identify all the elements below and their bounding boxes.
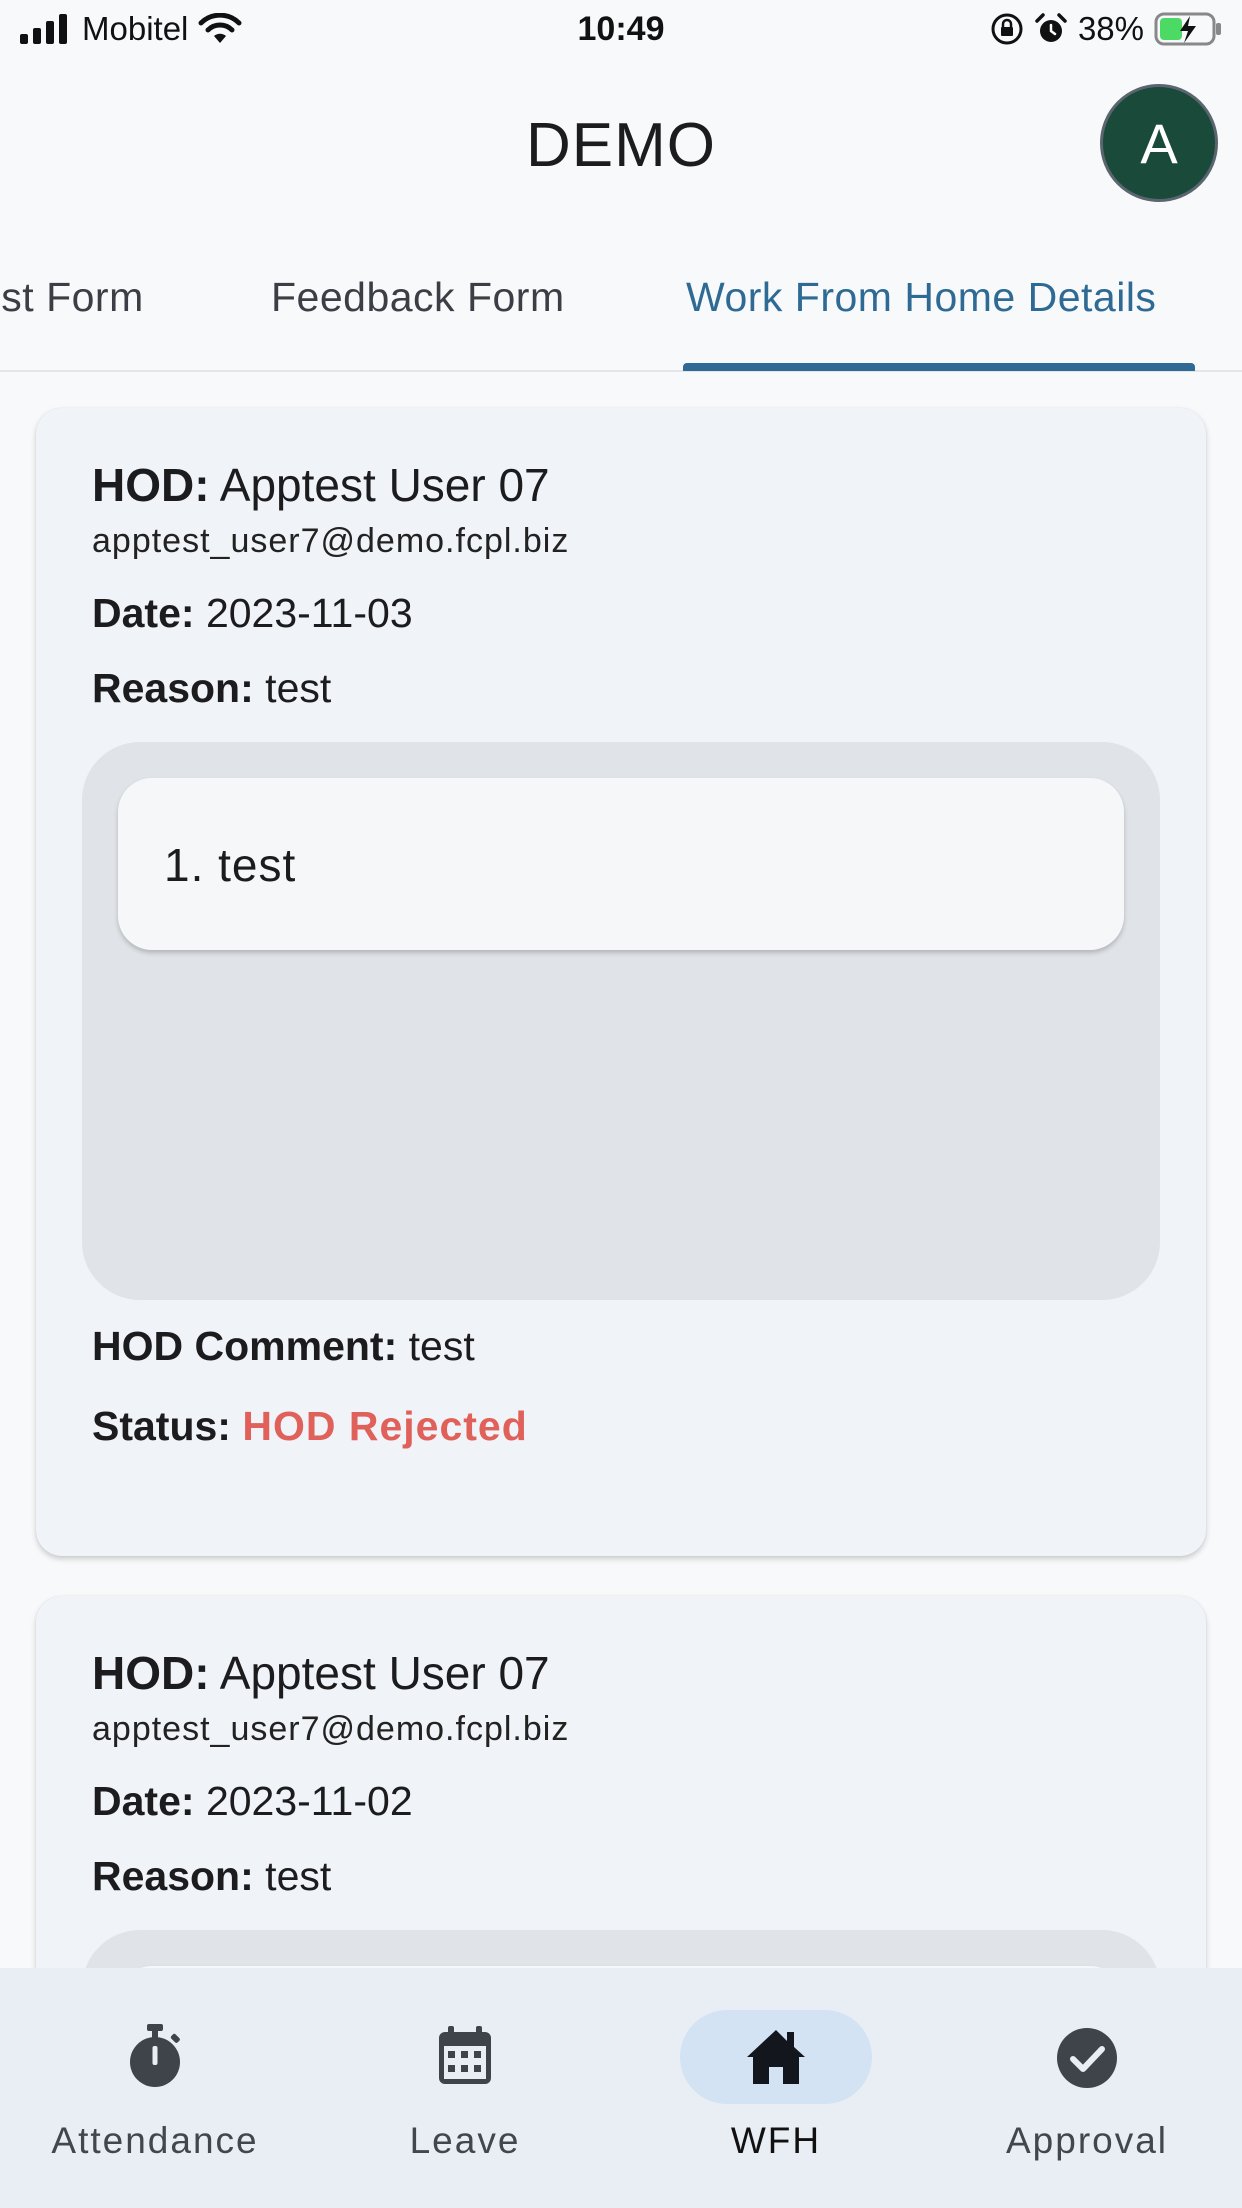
hod-label: HOD:	[92, 459, 210, 511]
work-item-text: 1. test	[164, 839, 297, 891]
hod-comment-line: HOD Comment: test	[92, 1323, 475, 1370]
reason-line: Reason: test	[92, 665, 331, 712]
date-label: Date:	[92, 590, 195, 636]
hod-email: apptest_user7@demo.fcpl.biz	[92, 522, 570, 560]
home-icon	[747, 2030, 805, 2084]
nav-wfh[interactable]: WFH	[621, 1968, 931, 2208]
status-badge: HOD Rejected	[242, 1403, 528, 1449]
avatar[interactable]: A	[1100, 84, 1218, 202]
date-line: Date: 2023-11-02	[92, 1778, 413, 1825]
tab-request-form[interactable]: est Form	[0, 274, 144, 321]
alarm-icon	[1035, 13, 1067, 42]
status-right: 38%	[990, 10, 1224, 48]
tab-bar: est Form Feedback Form Work From Home De…	[0, 222, 1242, 372]
hod-comment-label: HOD Comment:	[92, 1323, 398, 1369]
app-bar: DEMO A	[0, 62, 1242, 222]
wfh-record-card: HOD: Apptest User 07 apptest_user7@demo.…	[36, 1596, 1206, 1968]
battery-percent: 38%	[1077, 10, 1144, 47]
work-items-box[interactable]: 1. test	[82, 742, 1160, 1300]
status-label: Status:	[92, 1403, 231, 1449]
reason-value: test	[265, 1853, 332, 1899]
hod-line: HOD: Apptest User 07	[92, 1646, 550, 1700]
wfh-list[interactable]: HOD: Apptest User 07 apptest_user7@demo.…	[0, 372, 1242, 1968]
status-line: Status: HOD Rejected	[92, 1403, 528, 1450]
work-items-box[interactable]	[82, 1930, 1160, 1968]
date-line: Date: 2023-11-03	[92, 590, 413, 637]
nav-leave[interactable]: Leave	[310, 1968, 620, 2208]
hod-label: HOD:	[92, 1647, 210, 1699]
nav-label: Leave	[409, 2120, 521, 2161]
wfh-record-card: HOD: Apptest User 07 apptest_user7@demo.…	[36, 408, 1206, 1556]
status-bar: Mobitel 10:49 38%	[0, 0, 1242, 62]
hod-line: HOD: Apptest User 07	[92, 458, 550, 512]
date-value: 2023-11-02	[205, 1778, 413, 1824]
hod-email: apptest_user7@demo.fcpl.biz	[92, 1710, 570, 1748]
stopwatch-icon	[130, 2024, 180, 2087]
hod-comment-value: test	[408, 1323, 475, 1369]
tab-feedback-form[interactable]: Feedback Form	[271, 274, 565, 321]
reason-value: test	[265, 665, 332, 711]
battery-charging-icon	[1154, 12, 1221, 46]
reason-label: Reason:	[92, 1853, 254, 1899]
nav-approval[interactable]: Approval	[932, 1968, 1242, 2208]
nav-attendance[interactable]: Attendance	[0, 1968, 310, 2208]
calendar-icon	[439, 2026, 491, 2084]
nav-label: WFH	[730, 2120, 822, 2161]
check-circle-icon	[1057, 2028, 1117, 2088]
reason-line: Reason: test	[92, 1853, 331, 1900]
tab-work-from-home-details[interactable]: Work From Home Details	[686, 274, 1156, 321]
rotation-lock-icon	[991, 13, 1023, 45]
active-tab-indicator	[683, 363, 1195, 371]
bottom-navigation: Attendance Leave WFH Approval	[0, 1968, 1242, 2208]
reason-label: Reason:	[92, 665, 254, 711]
hod-name: Apptest User 07	[219, 459, 550, 511]
nav-label: Attendance	[51, 2120, 259, 2161]
app-title: DEMO	[526, 111, 716, 180]
hod-name: Apptest User 07	[219, 1647, 550, 1699]
nav-label: Approval	[1005, 2120, 1169, 2161]
date-value: 2023-11-03	[205, 590, 413, 636]
date-label: Date:	[92, 1778, 195, 1824]
work-item: 1. test	[118, 778, 1124, 950]
